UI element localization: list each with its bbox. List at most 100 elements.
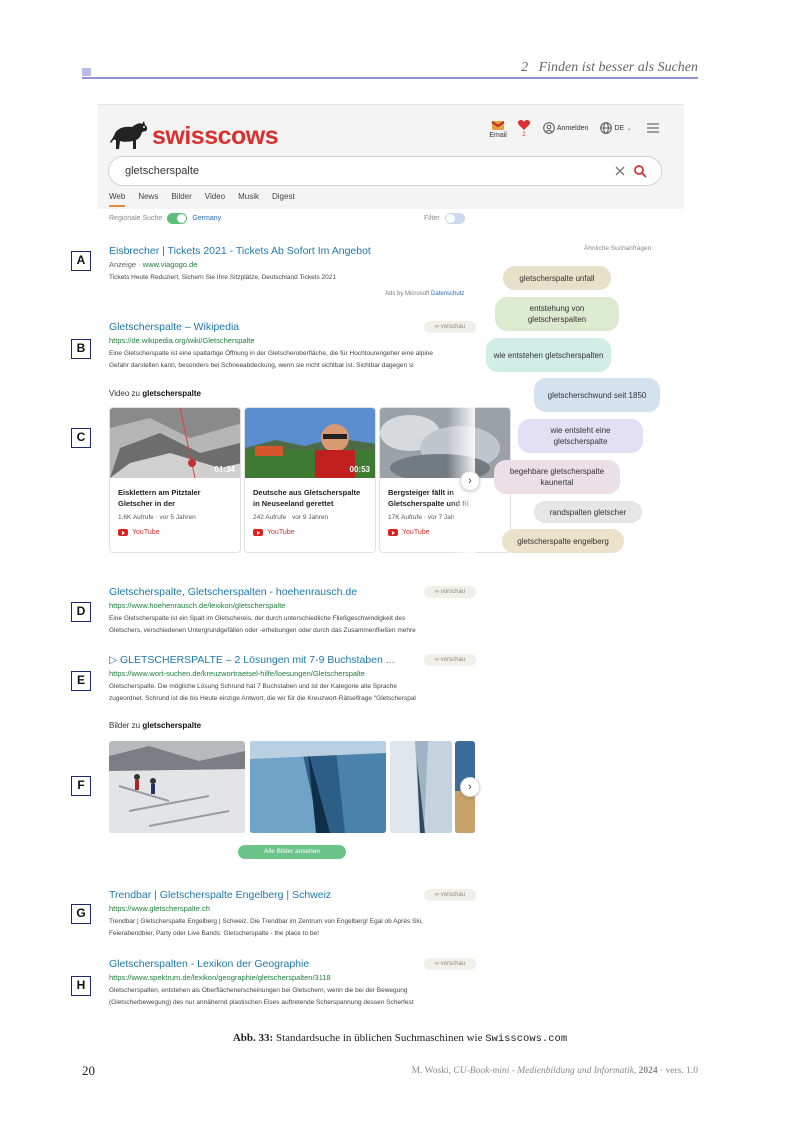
hamburger-icon xyxy=(647,123,659,133)
glacier-image xyxy=(109,741,245,833)
heart-icon xyxy=(517,120,530,130)
all-images-button[interactable]: Alle Bilder ansehen xyxy=(238,845,346,859)
video-title: Eisklettern am Pitztaler Gletscher in der xyxy=(118,488,201,508)
cow-icon xyxy=(110,121,148,149)
result-url[interactable]: https://www.spektrum.de/lexikon/geograph… xyxy=(109,973,475,982)
result-title[interactable]: Gletscherspalte – Wikipedia xyxy=(109,321,475,333)
tab-digest[interactable]: Digest xyxy=(272,192,295,201)
language-select[interactable]: DE ⌄ xyxy=(600,122,632,134)
label-d: D xyxy=(71,602,91,622)
result-description: Eine Gletscherspalte ist ein Spalt im Gl… xyxy=(109,615,416,634)
search-result: Trendbar | Gletscherspalte Engelberg | S… xyxy=(109,889,476,940)
result-description: Trendbar | Gletscherspalte Engelberg | S… xyxy=(109,918,423,937)
swisscows-logo[interactable]: swisscows xyxy=(108,113,279,159)
result-url[interactable]: https://de.wikipedia.org/wiki/Gletschers… xyxy=(109,336,475,345)
favorites-button[interactable]: 2 xyxy=(517,118,531,138)
result-title[interactable]: Gletscherspalten - Lexikon der Geographi… xyxy=(109,958,475,970)
video-meta: 1.6K Aufrufe · vor 5 Jahren xyxy=(118,514,196,521)
related-chip[interactable]: randspalten gletscher xyxy=(534,501,642,523)
preview-button[interactable]: ∞ vorschau xyxy=(424,889,476,901)
header-rule xyxy=(82,77,698,79)
related-chip[interactable]: gletscherschwund seit 1850 xyxy=(534,378,660,412)
video-duration: 01:34 xyxy=(214,465,235,474)
search-input[interactable]: gletscherspalte xyxy=(125,165,199,177)
video-duration: 00:53 xyxy=(349,465,370,474)
chapter-title: 2 Finden ist besser als Suchen xyxy=(521,60,698,75)
tab-bilder[interactable]: Bilder xyxy=(171,192,191,201)
preview-button[interactable]: ∞ vorschau xyxy=(424,321,476,333)
related-chip[interactable]: wie entsteht eine gletscherspalte xyxy=(518,419,643,453)
youtube-icon xyxy=(253,529,263,536)
related-chip[interactable]: gletscherspalte engelberg xyxy=(502,529,624,553)
regional-toggle[interactable] xyxy=(167,213,188,224)
result-title[interactable]: Trendbar | Gletscherspalte Engelberg | S… xyxy=(109,889,475,901)
result-title[interactable]: Gletscherspalte, Gletscherspalten - hoeh… xyxy=(109,586,475,598)
image-thumbnail[interactable] xyxy=(390,741,452,833)
video-card[interactable]: 01:34 Eisklettern am Pitztaler Gletscher … xyxy=(109,407,241,553)
filter-toggle[interactable] xyxy=(444,213,465,224)
search-result: Gletscherspalte, Gletscherspalten - hoeh… xyxy=(109,586,476,637)
video-source: YouTube xyxy=(253,529,375,536)
video-thumbnail: 00:53 xyxy=(245,408,375,478)
country-label[interactable]: Germany xyxy=(192,215,221,222)
label-b: B xyxy=(71,339,91,359)
brand-name: swisscows xyxy=(152,121,279,150)
figure-caption: Abb. 33: Standardsuche in üblichen Suchm… xyxy=(232,1032,568,1045)
label-e: E xyxy=(71,671,91,691)
result-title[interactable]: ▷ GLETSCHERSPALTE – 2 Lösungen mit 7-9 B… xyxy=(109,654,475,666)
result-url[interactable]: https://www.gletscherspalte.ch xyxy=(109,904,475,913)
search-result: Gletscherspalten - Lexikon der Geographi… xyxy=(109,958,476,1009)
search-icon[interactable] xyxy=(633,164,647,178)
tab-musik[interactable]: Musik xyxy=(238,192,259,201)
youtube-icon xyxy=(118,529,128,536)
privacy-link[interactable]: Datenschutz xyxy=(431,291,464,297)
label-c: C xyxy=(71,428,91,448)
video-title: Deutsche aus Gletscherspalte in Neuseelan… xyxy=(253,488,361,508)
globe-icon xyxy=(600,122,613,134)
result-url[interactable]: https://www.wort-suchen.de/kreuzwortraet… xyxy=(109,669,475,678)
result-url[interactable]: https://www.hoehenrausch.de/lexikon/glet… xyxy=(109,601,475,610)
ad-result: Eisbrecher | Tickets 2021 - Tickets Ab S… xyxy=(109,245,475,284)
image-thumbnail[interactable] xyxy=(109,741,245,833)
label-a: A xyxy=(71,251,91,271)
search-result: Gletscherspalte – Wikipedia https://de.w… xyxy=(109,321,476,372)
tab-news[interactable]: News xyxy=(138,192,158,201)
tab-web[interactable]: Web xyxy=(109,192,126,207)
images-next-arrow[interactable]: › xyxy=(460,777,480,797)
related-chip[interactable]: wie entstehen gletscherspalten xyxy=(486,338,611,372)
video-thumbnail: 01:34 xyxy=(110,408,240,479)
email-button[interactable]: Email xyxy=(489,118,507,139)
preview-button[interactable]: ∞ vorschau xyxy=(424,958,476,970)
result-title[interactable]: Eisbrecher | Tickets 2021 - Tickets Ab S… xyxy=(109,245,475,257)
video-card[interactable]: 00:53 Deutsche aus Gletscherspalte in Neu… xyxy=(244,407,376,553)
video-card[interactable]: Bergsteiger fällt in Gletscherspalte und … xyxy=(379,407,511,553)
result-description: Gletscherspalte. Die mögliche Lösung Sch… xyxy=(109,683,416,702)
glacier-image xyxy=(390,741,452,833)
result-url[interactable]: www.viagogo.de xyxy=(143,260,198,269)
header-tools: Email 2 Anmelden DE ⌄ xyxy=(479,113,662,143)
search-box[interactable]: gletscherspalte xyxy=(108,156,662,186)
preview-button[interactable]: ∞ vorschau xyxy=(424,586,476,598)
clear-icon[interactable] xyxy=(613,164,627,178)
preview-button[interactable]: ∞ vorschau xyxy=(424,654,476,666)
images-section-heading: Bilder zu gletscherspalte xyxy=(109,721,202,730)
result-description: Gletscherspalten, entstehen als Oberfläc… xyxy=(109,987,414,1006)
video-thumbnail-image xyxy=(380,408,510,482)
image-thumbnail[interactable] xyxy=(250,741,386,833)
video-next-arrow[interactable]: › xyxy=(460,471,480,491)
menu-button[interactable] xyxy=(646,122,662,134)
ad-prefix: Anzeige xyxy=(109,260,137,269)
login-button[interactable]: Anmelden xyxy=(543,122,588,134)
header-marker xyxy=(82,68,91,76)
label-h: H xyxy=(71,976,91,996)
email-icon xyxy=(491,120,505,130)
related-chip[interactable]: entstehung von gletscherspalten xyxy=(495,297,619,331)
tab-video[interactable]: Video xyxy=(205,192,225,201)
related-chip[interactable]: begehbare gletscherspalte kaunertal xyxy=(494,460,620,494)
label-f: F xyxy=(71,776,91,796)
label-g: G xyxy=(71,904,91,924)
regional-label: Regionale Suche xyxy=(109,215,163,222)
related-chip[interactable]: gletscherspalte unfall xyxy=(503,266,611,290)
screenshot-figure: swisscows Email 2 Anmelden DE ⌄ gletsche… xyxy=(98,104,684,1016)
video-source: YouTube xyxy=(118,529,240,536)
